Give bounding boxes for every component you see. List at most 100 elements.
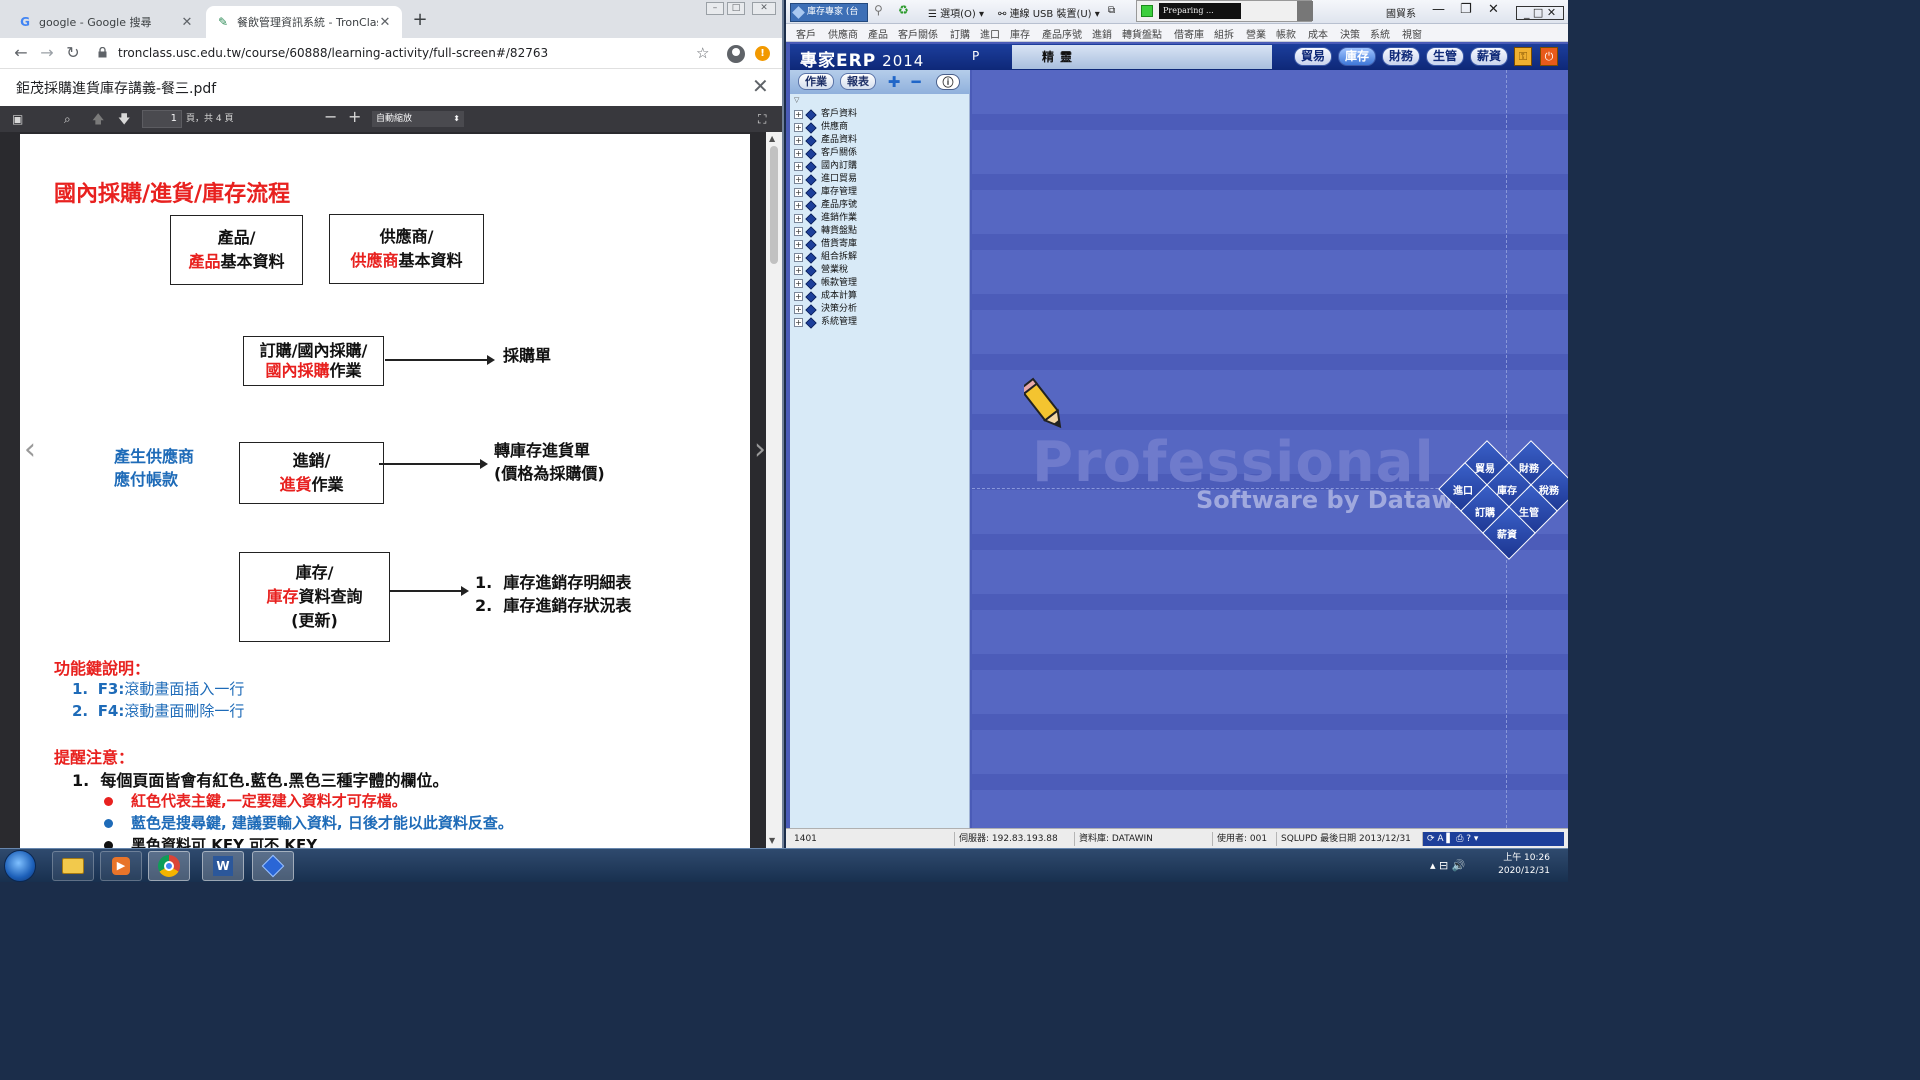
network-icon[interactable]: ⧉: [1108, 5, 1115, 16]
tab-google-search[interactable]: G google - Google 搜尋 ✕: [8, 6, 204, 38]
close-icon[interactable]: ✕: [752, 74, 769, 98]
media-player-button[interactable]: ▶: [100, 851, 142, 881]
key-icon[interactable]: ⚿: [1514, 47, 1532, 66]
reload-icon[interactable]: ↻: [62, 42, 84, 64]
production-button[interactable]: 生管: [1426, 47, 1464, 66]
sidebar-toggle-icon[interactable]: ▣: [12, 110, 23, 128]
erp-app-tab[interactable]: 庫存專家 (台: [790, 3, 868, 22]
maximize-button[interactable]: □: [727, 2, 745, 15]
expand-icon[interactable]: +: [794, 175, 803, 184]
zoom-select[interactable]: 自動縮放 ⬍: [372, 111, 464, 127]
expand-icon[interactable]: +: [794, 292, 803, 301]
menu-item[interactable]: 客戶: [796, 26, 816, 41]
tree-item[interactable]: + 成本計算: [794, 290, 857, 303]
menu-item[interactable]: 產品序號: [1042, 26, 1082, 41]
menu-item[interactable]: 決策: [1340, 26, 1360, 41]
expand-icon[interactable]: +: [794, 253, 803, 262]
expand-icon[interactable]: +: [794, 279, 803, 288]
refresh-icon[interactable]: ♻: [898, 3, 909, 17]
chrome-taskbar-button[interactable]: [148, 851, 190, 881]
pdf-scrollbar[interactable]: ▲ ▼: [766, 132, 782, 848]
next-page-icon[interactable]: 🡇: [118, 110, 130, 128]
menu-item[interactable]: 借寄庫: [1174, 26, 1204, 41]
status-tray-icons[interactable]: ⟳ A ▌ ⎙ ? ▾: [1422, 832, 1564, 846]
taskbar-clock[interactable]: 上午 10:26 2020/12/31: [1490, 852, 1550, 878]
menu-item[interactable]: 庫存: [1010, 26, 1030, 41]
menu-item[interactable]: 成本: [1308, 26, 1328, 41]
tree-item[interactable]: + 進口貿易: [794, 173, 857, 186]
expand-icon[interactable]: +: [794, 201, 803, 210]
close-window-button[interactable]: ✕: [752, 2, 776, 15]
profile-avatar-icon[interactable]: [727, 45, 745, 63]
tab-close-icon[interactable]: ✕: [378, 15, 392, 30]
tree-item[interactable]: + 客戶資料: [794, 108, 857, 121]
menu-item[interactable]: 營業: [1246, 26, 1266, 41]
menu-item[interactable]: 供應商: [828, 26, 858, 41]
tree-item[interactable]: + 進銷作業: [794, 212, 857, 225]
expand-icon[interactable]: +: [794, 266, 803, 275]
previous-page-chevron-icon[interactable]: ‹: [24, 432, 36, 467]
expand-icon[interactable]: +: [794, 305, 803, 314]
payroll-button[interactable]: 薪資: [1470, 47, 1508, 66]
tree-item[interactable]: + 組合拆解: [794, 251, 857, 264]
close-window-button[interactable]: ✕: [1488, 2, 1499, 17]
menu-item[interactable]: 組拆: [1214, 26, 1234, 41]
file-explorer-button[interactable]: [52, 851, 94, 881]
collapse-all-icon[interactable]: ━: [908, 74, 924, 90]
tree-item[interactable]: + 系統管理: [794, 316, 857, 329]
trade-button[interactable]: 貿易: [1294, 47, 1332, 66]
update-alert-icon[interactable]: !: [755, 46, 770, 61]
expand-icon[interactable]: +: [794, 162, 803, 171]
menu-item[interactable]: 系統: [1370, 26, 1390, 41]
menu-item[interactable]: 轉貨盤點: [1122, 26, 1162, 41]
expand-icon[interactable]: +: [794, 227, 803, 236]
minimize-button[interactable]: —: [1432, 2, 1445, 17]
wizard-tab[interactable]: 精靈: [1012, 45, 1272, 69]
system-tray-icons[interactable]: ▴ ⊟ 🔊: [1430, 859, 1465, 872]
menu-item[interactable]: 訂購: [950, 26, 970, 41]
start-button[interactable]: [4, 850, 36, 882]
previous-page-icon[interactable]: 🡅: [92, 110, 104, 128]
search-icon[interactable]: ⌕: [64, 110, 71, 128]
operations-button[interactable]: 作業: [798, 73, 834, 90]
expand-icon[interactable]: +: [794, 110, 803, 119]
tree-item[interactable]: + 借貨寄庫: [794, 238, 857, 251]
info-icon[interactable]: ⓘ: [936, 74, 960, 90]
expand-all-icon[interactable]: ✚: [886, 74, 902, 90]
tree-item[interactable]: + 產品資料: [794, 134, 857, 147]
minimize-button[interactable]: –: [706, 2, 724, 15]
tree-item[interactable]: + 帳款管理: [794, 277, 857, 290]
expand-icon[interactable]: +: [794, 149, 803, 158]
expand-icon[interactable]: +: [794, 214, 803, 223]
pin-icon[interactable]: ⚲: [874, 3, 883, 17]
power-icon[interactable]: ⏻: [1540, 47, 1558, 66]
new-tab-button[interactable]: +: [410, 9, 430, 30]
usb-connect-menu[interactable]: ⚯ 連線 USB 裝置(U) ▾: [998, 5, 1100, 20]
forward-arrow-icon[interactable]: →: [36, 42, 58, 64]
address-bar[interactable]: tronclass.usc.edu.tw/course/60888/learni…: [118, 42, 548, 64]
tree-item[interactable]: + 營業稅: [794, 264, 848, 277]
menu-item[interactable]: 進銷: [1092, 26, 1112, 41]
erp-taskbar-button[interactable]: [252, 851, 294, 881]
inner-window-controls[interactable]: _ □ ✕: [1516, 6, 1564, 20]
menu-item[interactable]: 產品: [868, 26, 888, 41]
scrollbar-thumb[interactable]: [770, 146, 778, 264]
zoom-out-icon[interactable]: −: [324, 108, 337, 126]
fullscreen-icon[interactable]: ⛶: [758, 110, 766, 128]
expand-icon[interactable]: +: [794, 123, 803, 132]
finance-button[interactable]: 財務: [1382, 47, 1420, 66]
tree-item[interactable]: + 國內訂購: [794, 160, 857, 173]
zoom-in-icon[interactable]: +: [348, 108, 361, 126]
page-number-input[interactable]: 1: [142, 110, 182, 128]
tree-item[interactable]: + 產品序號: [794, 199, 857, 212]
word-taskbar-button[interactable]: W: [202, 851, 244, 881]
menu-item[interactable]: 視窗: [1402, 26, 1422, 41]
bookmark-star-icon[interactable]: ☆: [696, 42, 709, 64]
restore-button[interactable]: ❐: [1460, 2, 1472, 17]
expand-icon[interactable]: +: [794, 240, 803, 249]
tree-item[interactable]: + 供應商: [794, 121, 848, 134]
next-page-chevron-icon[interactable]: ›: [754, 432, 766, 467]
scroll-up-icon[interactable]: ▲: [769, 134, 775, 143]
back-arrow-icon[interactable]: ←: [10, 42, 32, 64]
expand-icon[interactable]: +: [794, 318, 803, 327]
